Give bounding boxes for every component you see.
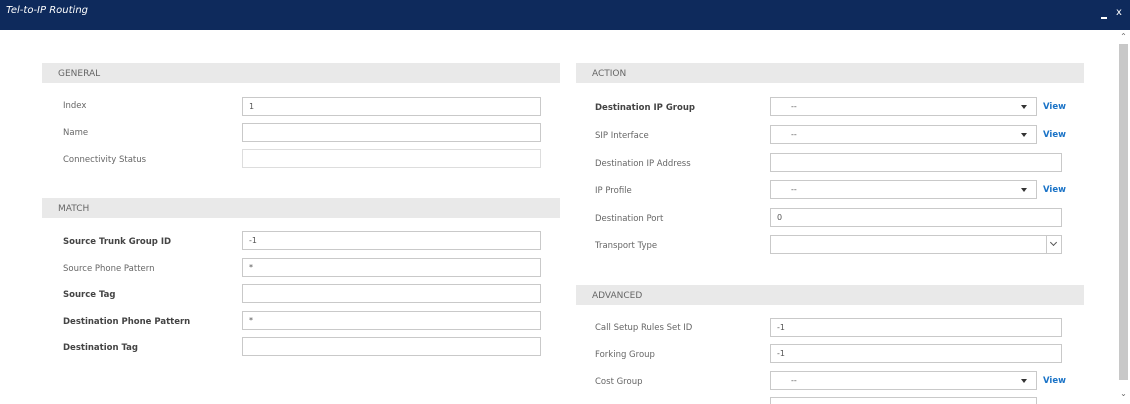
section-general-header: GENERAL xyxy=(42,63,560,83)
source-tag-label: Source Tag xyxy=(63,290,116,300)
sip-interface-select[interactable]: -- xyxy=(770,125,1037,144)
call-setup-rules-set-id-label: Call Setup Rules Set ID xyxy=(595,323,693,333)
section-general-title: GENERAL xyxy=(58,69,101,79)
ip-profile-view-link[interactable]: View xyxy=(1043,185,1066,195)
window-title: Tel-to-IP Routing xyxy=(6,5,89,16)
destination-ip-group-value: -- xyxy=(791,102,797,111)
sip-interface-view-link[interactable]: View xyxy=(1043,130,1066,140)
connectivity-status-label: Connectivity Status xyxy=(63,155,147,165)
destination-ip-group-view-link[interactable]: View xyxy=(1043,102,1066,112)
destination-ip-group-select[interactable]: -- xyxy=(770,97,1037,116)
destination-ip-group-label: Destination IP Group xyxy=(595,103,695,113)
destination-port-label: Destination Port xyxy=(595,214,664,224)
source-trunk-group-id-label: Source Trunk Group ID xyxy=(63,237,172,247)
ip-profile-label: IP Profile xyxy=(595,186,632,196)
call-setup-rules-set-id-field[interactable]: -1 xyxy=(770,318,1062,337)
destination-phone-pattern-field[interactable]: * xyxy=(242,311,541,330)
destination-tag-label: Destination Tag xyxy=(63,343,138,353)
section-action-header: ACTION xyxy=(576,63,1084,83)
chevron-down-icon xyxy=(1046,236,1061,253)
cost-group-view-link[interactable]: View xyxy=(1043,376,1066,386)
vertical-scrollbar[interactable]: ⌃ ⌄ xyxy=(1117,30,1130,404)
scrollbar-thumb[interactable] xyxy=(1119,44,1128,380)
close-icon[interactable]: x xyxy=(1116,7,1122,18)
destination-tag-field[interactable] xyxy=(242,337,541,356)
section-advanced-title: ADVANCED xyxy=(592,291,643,301)
next-field-partial[interactable] xyxy=(770,397,1037,404)
transport-type-label: Transport Type xyxy=(595,241,658,251)
source-phone-pattern-label: Source Phone Pattern xyxy=(63,264,155,274)
sip-interface-value: -- xyxy=(791,130,797,139)
section-advanced-header: ADVANCED xyxy=(576,285,1084,305)
forking-group-label: Forking Group xyxy=(595,350,655,360)
ip-profile-value: -- xyxy=(791,185,797,194)
index-label: Index xyxy=(63,101,87,111)
caret-down-icon xyxy=(1021,379,1027,383)
section-action-title: ACTION xyxy=(592,69,627,79)
section-match-title: MATCH xyxy=(58,204,90,214)
section-match-header: MATCH xyxy=(42,198,560,218)
ip-profile-select[interactable]: -- xyxy=(770,180,1037,199)
window-titlebar: Tel-to-IP Routing x xyxy=(0,0,1130,30)
cost-group-select[interactable]: -- xyxy=(770,371,1037,390)
destination-ip-address-field[interactable] xyxy=(770,153,1062,172)
name-label: Name xyxy=(63,128,89,138)
source-trunk-group-id-field[interactable]: -1 xyxy=(242,231,541,250)
source-phone-pattern-field[interactable]: * xyxy=(242,258,541,277)
caret-down-icon xyxy=(1021,188,1027,192)
cost-group-value: -- xyxy=(791,376,797,385)
minimize-icon[interactable] xyxy=(1100,10,1110,20)
destination-ip-address-label: Destination IP Address xyxy=(595,159,691,169)
cost-group-label: Cost Group xyxy=(595,377,643,387)
destination-port-field[interactable]: 0 xyxy=(770,208,1062,227)
chevron-down-icon[interactable]: ⌄ xyxy=(1117,389,1130,399)
name-field[interactable] xyxy=(242,123,541,142)
caret-down-icon xyxy=(1021,133,1027,137)
sip-interface-label: SIP Interface xyxy=(595,131,649,141)
chevron-up-icon[interactable]: ⌃ xyxy=(1117,32,1130,42)
forking-group-field[interactable]: -1 xyxy=(770,344,1062,363)
transport-type-select[interactable] xyxy=(770,235,1062,254)
source-tag-field[interactable] xyxy=(242,284,541,303)
destination-phone-pattern-label: Destination Phone Pattern xyxy=(63,317,191,327)
caret-down-icon xyxy=(1021,105,1027,109)
connectivity-status-field xyxy=(242,149,541,168)
index-field[interactable]: 1 xyxy=(242,97,541,116)
